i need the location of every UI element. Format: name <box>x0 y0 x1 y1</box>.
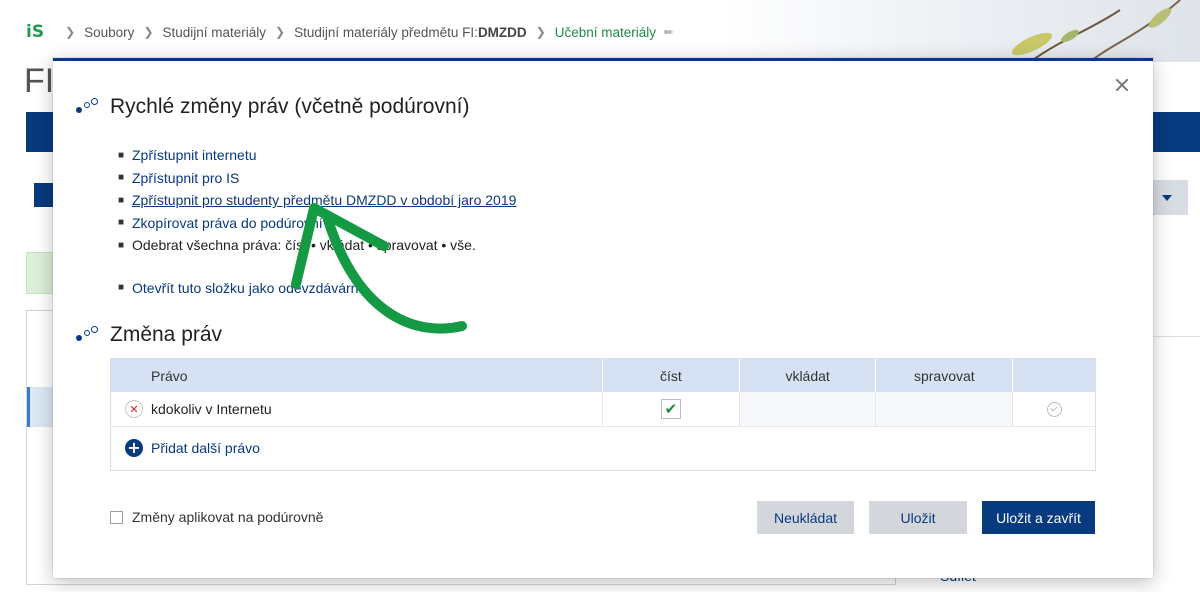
header-vkladat: vkládat <box>740 359 877 392</box>
cell-vkladat[interactable] <box>739 392 877 426</box>
save-and-close-button[interactable]: Uložit a zavřít <box>982 501 1095 534</box>
list-item: ■ Zkopírovat práva do podúrovní <box>118 214 323 231</box>
header-pravo: Právo <box>111 359 604 392</box>
right-name: kdokoliv v Internetu <box>151 401 272 417</box>
cell-validity <box>1013 392 1095 426</box>
list-item: ■ Zpřístupnit pro studenty předmětu DMZDD… <box>118 192 517 209</box>
cell-name: ✕ kdokoliv v Internetu <box>111 392 604 426</box>
list-item: ■ Odebrat všechna práva: číst • vkládat •… <box>118 237 476 254</box>
list-item: ■ Zpřístupnit internetu <box>118 147 257 164</box>
permissions-modal: Rychlé změny práv (včetně podúrovní) ■ Zp… <box>53 58 1153 578</box>
quick-changes-title: Rychlé změny práv (včetně podúrovní) <box>110 95 470 118</box>
quick-changes-list: ■ Zpřístupnit internetu ■ Zpřístupnit pro … <box>118 144 516 299</box>
header-spravovat: spravovat <box>876 359 1014 392</box>
rights-table: Právo číst vkládat spravovat ✕ kdokoliv … <box>110 358 1096 471</box>
modal-top-border <box>53 58 1153 61</box>
plus-icon: + <box>125 439 143 457</box>
link-zpristupnit-pro-is[interactable]: Zpřístupnit pro IS <box>132 170 239 186</box>
discard-button[interactable]: Neukládat <box>757 501 854 534</box>
apply-sublevels-label: Změny aplikovat na podúrovně <box>132 509 324 525</box>
cell-cist: ✔ <box>603 392 740 426</box>
table-header-row: Právo číst vkládat spravovat <box>111 359 1095 392</box>
cell-spravovat[interactable] <box>876 392 1014 426</box>
change-rights-title: Změna práv <box>110 323 223 346</box>
header-empty <box>1013 359 1095 392</box>
list-item: ■ Otevřít tuto složku jako odevzdávárnu <box>118 279 367 296</box>
link-zpristupnit-pro-studenty[interactable]: Zpřístupnit pro studenty předmětu DMZDD … <box>132 192 516 208</box>
dots-icon <box>76 326 100 344</box>
cist-checkbox[interactable]: ✔ <box>660 399 681 419</box>
clock-icon[interactable] <box>1046 401 1062 417</box>
link-zkopirovat-prava[interactable]: Zkopírovat práva do podúrovní <box>132 215 323 231</box>
apply-sublevels-option[interactable]: Změny aplikovat na podúrovně <box>110 509 323 525</box>
link-odevzdavarna[interactable]: Otevřít tuto složku jako odevzdávárnu <box>132 280 366 296</box>
change-rights-heading: Změna práv <box>76 323 222 347</box>
list-spacer <box>118 257 516 277</box>
dots-icon <box>76 98 100 116</box>
table-row: ✕ kdokoliv v Internetu ✔ <box>111 392 1095 427</box>
remove-all-rights-text[interactable]: Odebrat všechna práva: číst • vkládat • … <box>132 237 476 253</box>
quick-changes-heading: Rychlé změny práv (včetně podúrovní) <box>76 95 470 119</box>
link-zpristupnit-internetu[interactable]: Zpřístupnit internetu <box>132 147 257 163</box>
close-icon[interactable] <box>1113 76 1131 94</box>
add-right-button[interactable]: + Přidat další právo <box>111 427 1095 469</box>
header-cist: číst <box>603 359 740 392</box>
remove-icon[interactable]: ✕ <box>125 400 143 418</box>
list-item: ■ Zpřístupnit pro IS <box>118 169 240 186</box>
save-button[interactable]: Uložit <box>869 501 967 534</box>
apply-sublevels-checkbox[interactable] <box>110 510 123 524</box>
add-right-label: Přidat další právo <box>151 440 260 456</box>
